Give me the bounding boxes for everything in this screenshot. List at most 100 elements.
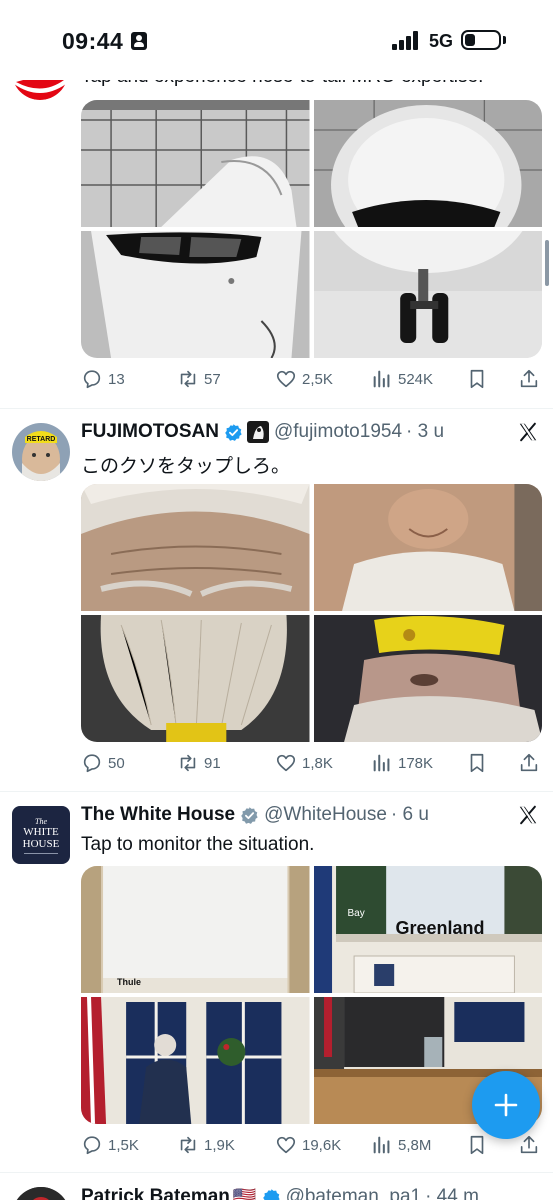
views-button[interactable]: 524K bbox=[371, 368, 433, 390]
tweet-fujimoto[interactable]: RETARD FUJIMOTOSAN @fujimoto1954 · 3 u こ… bbox=[0, 409, 553, 791]
x-logo-icon[interactable] bbox=[517, 804, 539, 826]
reply-count: 1,5K bbox=[108, 1136, 139, 1154]
x-logo-icon[interactable] bbox=[517, 421, 539, 443]
media-photo-forehead[interactable] bbox=[81, 484, 310, 611]
battery-icon bbox=[461, 30, 501, 50]
repost-button[interactable]: 1,9K bbox=[177, 1134, 235, 1156]
repost-button[interactable]: 57 bbox=[177, 368, 221, 390]
bookmark-button[interactable] bbox=[466, 368, 488, 390]
views-count: 5,8M bbox=[398, 1136, 432, 1154]
reply-button[interactable]: 1,5K bbox=[81, 1134, 139, 1156]
like-count: 2,5K bbox=[302, 370, 333, 388]
like-button[interactable]: 1,8K bbox=[275, 752, 333, 774]
views-icon bbox=[373, 370, 390, 388]
display-name[interactable]: FUJIMOTOSAN bbox=[81, 421, 219, 443]
user-handle[interactable]: @fujimoto1954 bbox=[274, 421, 402, 443]
media-photo-cockpit[interactable] bbox=[81, 231, 310, 358]
tweet-bateman[interactable]: Patrick Bateman 🇺🇸 @bateman_pa1 · 44 m bbox=[0, 1173, 553, 1200]
views-button[interactable]: 5,8M bbox=[371, 1134, 431, 1156]
tweet-header: FUJIMOTOSAN @fujimoto1954 · 3 u bbox=[81, 421, 444, 443]
bookmark-icon bbox=[470, 753, 484, 773]
tweet-text: このクソをタップしろ。 bbox=[81, 456, 291, 477]
bookmark-button[interactable] bbox=[466, 752, 488, 774]
like-button[interactable]: 2,5K bbox=[275, 368, 333, 390]
reply-button[interactable]: 13 bbox=[81, 368, 125, 390]
views-count: 524K bbox=[398, 370, 434, 388]
tweet-timestamp[interactable]: · 6 u bbox=[391, 804, 429, 826]
heart-icon bbox=[276, 1136, 296, 1154]
media-photo-beard[interactable] bbox=[81, 615, 310, 742]
status-bar: 09:44 5G bbox=[0, 0, 553, 80]
tweet-header: Patrick Bateman 🇺🇸 @bateman_pa1 · 44 m bbox=[81, 1185, 479, 1200]
cellular-signal-icon bbox=[392, 30, 420, 50]
repost-icon bbox=[180, 1136, 196, 1154]
media-photo-president-window[interactable] bbox=[81, 997, 310, 1124]
views-button[interactable]: 178K bbox=[371, 752, 433, 774]
media-photo-landing-gear[interactable] bbox=[313, 231, 542, 358]
network-type: 5G bbox=[429, 31, 454, 51]
reply-count: 13 bbox=[108, 370, 125, 388]
tweet-timestamp[interactable]: · 44 m bbox=[425, 1186, 479, 1200]
map-label-greenland: Greenland bbox=[395, 918, 485, 938]
like-count: 1,8K bbox=[302, 754, 333, 772]
share-button[interactable] bbox=[518, 368, 540, 390]
bookmark-icon bbox=[470, 1135, 484, 1155]
reply-count: 50 bbox=[108, 754, 125, 772]
bookmark-icon bbox=[470, 369, 484, 389]
media-photo-window-blind[interactable]: Thule bbox=[81, 866, 310, 993]
media-grid[interactable] bbox=[81, 100, 542, 358]
tweet-white-house[interactable]: The WHITE HOUSE The White House @WhiteHo… bbox=[0, 792, 553, 1172]
repost-count: 1,9K bbox=[204, 1136, 235, 1154]
like-button[interactable]: 19,6K bbox=[275, 1134, 341, 1156]
repost-button[interactable]: 91 bbox=[177, 752, 221, 774]
avatar-line2: HOUSE bbox=[22, 837, 60, 850]
avatar[interactable] bbox=[12, 1187, 70, 1200]
avatar[interactable]: The WHITE HOUSE bbox=[12, 806, 70, 864]
media-photo-greenland-window[interactable]: Bay Greenland bbox=[313, 866, 542, 993]
media-photo-hangar-nose[interactable] bbox=[81, 100, 310, 227]
scrollbar-thumb[interactable] bbox=[545, 240, 549, 286]
avatar-line1: WHITE bbox=[23, 825, 59, 838]
reply-icon bbox=[83, 754, 101, 773]
share-icon bbox=[520, 753, 538, 772]
user-handle[interactable]: @bateman_pa1 bbox=[286, 1186, 422, 1200]
status-time: 09:44 bbox=[62, 28, 124, 54]
map-label-bay: Bay bbox=[347, 908, 365, 919]
reply-icon bbox=[83, 1136, 101, 1155]
reply-button[interactable]: 50 bbox=[81, 752, 125, 774]
heart-icon bbox=[276, 370, 296, 388]
compose-button[interactable] bbox=[472, 1071, 540, 1139]
avatar[interactable]: RETARD bbox=[12, 423, 70, 481]
tweet-timestamp[interactable]: · 3 u bbox=[406, 421, 444, 443]
media-photo-cap-face[interactable] bbox=[313, 615, 542, 742]
verified-badge-icon bbox=[262, 1188, 280, 1200]
verified-badge-icon bbox=[225, 423, 242, 441]
media-grid[interactable] bbox=[81, 484, 542, 742]
media-grid[interactable]: Thule Bay Greenland bbox=[81, 866, 542, 1124]
verified-badge-icon bbox=[241, 806, 258, 824]
tweet-actions: 1,5K 1,9K 19,6K 5,8M bbox=[81, 1134, 542, 1160]
heart-icon bbox=[276, 754, 296, 772]
reply-icon bbox=[83, 370, 101, 389]
views-icon bbox=[373, 754, 390, 772]
tweet-header: The White House @WhiteHouse · 6 u bbox=[81, 804, 429, 826]
media-photo-nose-mustache[interactable] bbox=[313, 484, 542, 611]
share-button[interactable] bbox=[518, 1134, 540, 1156]
media-photo-nose-front[interactable] bbox=[313, 100, 542, 227]
like-count: 19,6K bbox=[302, 1136, 342, 1154]
views-icon bbox=[373, 1136, 390, 1154]
flag-emoji: 🇺🇸 bbox=[232, 1187, 257, 1200]
tweet-actions: 13 57 2,5K 524K bbox=[81, 368, 542, 394]
views-count: 178K bbox=[398, 754, 434, 772]
share-icon bbox=[520, 1135, 538, 1154]
display-name[interactable]: The White House bbox=[81, 804, 235, 826]
avatar-cap-text: RETARD bbox=[27, 436, 56, 443]
share-icon bbox=[520, 369, 538, 388]
focus-person-icon bbox=[131, 32, 147, 50]
user-handle[interactable]: @WhiteHouse bbox=[264, 804, 387, 826]
avatar-the: The bbox=[35, 816, 47, 826]
bookmark-button[interactable] bbox=[466, 1134, 488, 1156]
share-button[interactable] bbox=[518, 752, 540, 774]
display-name[interactable]: Patrick Bateman bbox=[81, 1186, 230, 1200]
repost-count: 91 bbox=[204, 754, 221, 772]
